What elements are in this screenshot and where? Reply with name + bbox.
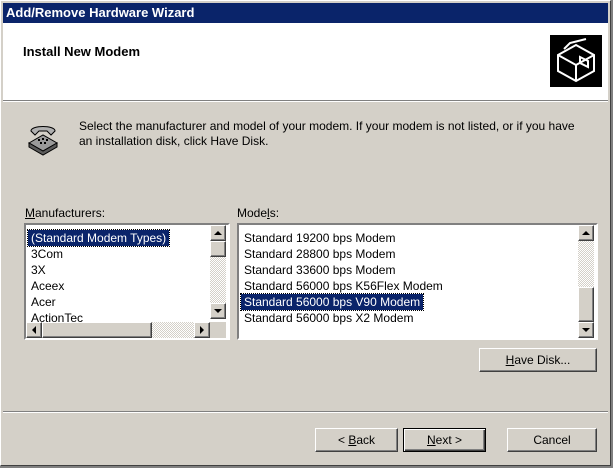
scroll-corner (210, 322, 226, 338)
list-item[interactable]: 3Com (28, 246, 66, 262)
vertical-scroll-thumb[interactable] (210, 241, 226, 257)
vertical-scroll-thumb[interactable] (578, 287, 594, 322)
arrow-down-icon (582, 328, 590, 332)
manufacturers-label-rest: anufacturers: (35, 206, 106, 220)
list-item[interactable]: (Standard Modem Types) (26, 229, 171, 247)
scroll-up-button[interactable] (210, 225, 226, 241)
models-label-prefix: Mode (237, 206, 268, 220)
wizard-header: Install New Modem (3, 23, 608, 100)
back-button[interactable]: < Back (315, 428, 398, 452)
page-title: Install New Modem (23, 44, 141, 59)
scroll-up-button[interactable] (578, 225, 594, 241)
arrow-up-icon (214, 231, 222, 235)
scroll-down-button[interactable] (210, 303, 226, 319)
scroll-right-button[interactable] (194, 322, 210, 338)
list-item[interactable]: Standard 33600 bps Modem (241, 262, 398, 278)
list-item[interactable]: 3X (28, 262, 49, 278)
manufacturers-label-accel: M (25, 206, 35, 220)
scroll-down-button[interactable] (578, 322, 594, 338)
list-item[interactable]: Standard 19200 bps Modem (241, 230, 398, 246)
next-label: ext > (435, 433, 463, 447)
footer-divider (3, 411, 608, 413)
horizontal-scroll-thumb[interactable] (42, 322, 152, 338)
models-label-rest: s: (269, 206, 280, 220)
list-item[interactable]: Standard 56000 bps X2 Modem (241, 310, 416, 326)
list-item[interactable]: Acer (28, 294, 59, 310)
list-item[interactable]: Standard 56000 bps K56Flex Modem (241, 278, 446, 294)
models-listbox[interactable]: Standard 19200 bps Modem Standard 28800 … (237, 223, 598, 340)
hardware-wizard-icon (550, 35, 602, 87)
list-item[interactable]: Standard 56000 bps V90 Modem (239, 293, 425, 311)
window-title: Add/Remove Hardware Wizard (3, 3, 608, 23)
list-item[interactable]: Aceex (28, 278, 67, 294)
scroll-left-button[interactable] (26, 322, 42, 338)
models-label: Models: (237, 206, 279, 220)
next-button[interactable]: Next > (403, 428, 486, 452)
wizard-window: Add/Remove Hardware Wizard Install New M… (0, 0, 611, 466)
list-item[interactable]: Standard 28800 bps Modem (241, 246, 398, 262)
next-accel: N (426, 433, 436, 447)
header-divider (3, 100, 608, 102)
cancel-button[interactable]: Cancel (507, 428, 597, 452)
back-label: ack (356, 433, 376, 447)
have-disk-button[interactable]: Have Disk... (479, 348, 597, 372)
manufacturers-listbox[interactable]: (Standard Modem Types) 3Com 3X Aceex Ace… (24, 223, 230, 340)
manufacturers-label: Manufacturers: (25, 206, 105, 220)
instructions-text: Select the manufacturer and model of you… (79, 119, 575, 148)
arrow-down-icon (214, 309, 222, 313)
arrow-up-icon (582, 231, 590, 235)
phone-icon (23, 117, 63, 157)
arrow-left-icon (32, 326, 36, 334)
arrow-right-icon (200, 326, 204, 334)
have-disk-label: ave Disk... (514, 353, 571, 367)
back-prefix: < (337, 433, 349, 447)
